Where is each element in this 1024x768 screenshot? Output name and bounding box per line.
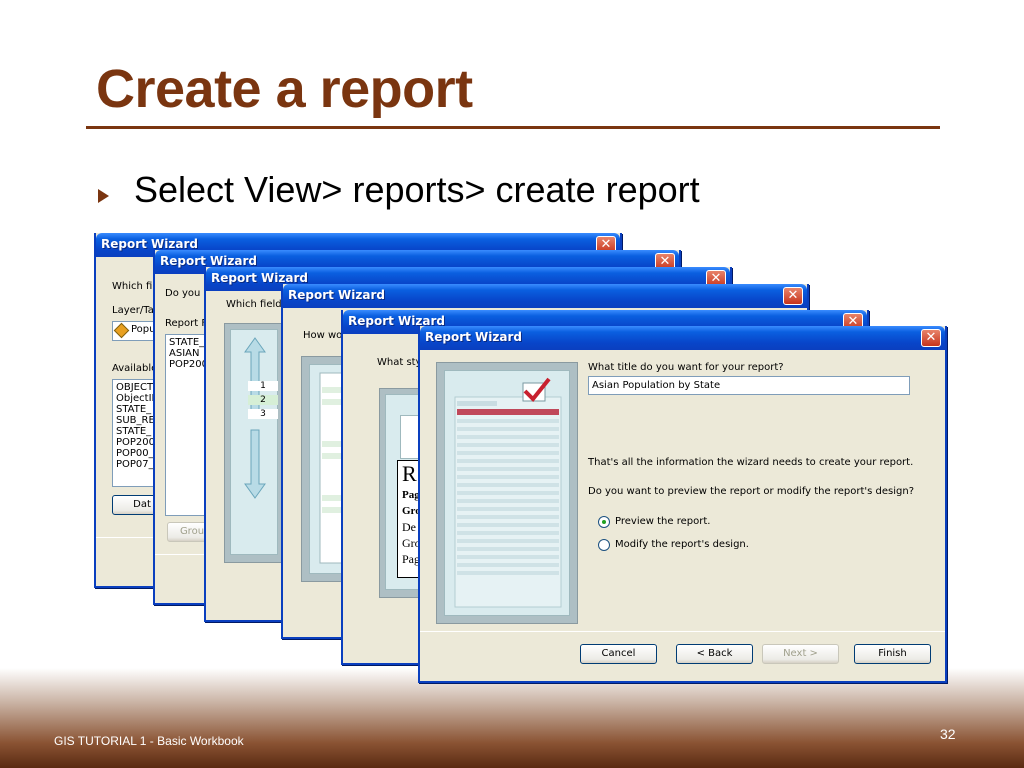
close-icon[interactable]: ✕	[783, 287, 803, 305]
radio-button-selected[interactable]	[598, 516, 610, 528]
dialog-title: Report Wizard	[160, 254, 257, 268]
wizard-question: How wo	[303, 330, 343, 341]
dialog-titlebar[interactable]: Report Wizard ✕	[420, 326, 945, 350]
footer-band	[0, 668, 1024, 768]
radio-button[interactable]	[598, 539, 610, 551]
layer-icon	[113, 322, 130, 339]
layer-value: Popu	[131, 324, 156, 335]
report-title-input[interactable]: Asian Population by State	[588, 376, 910, 395]
title-question: What title do you want for your report?	[588, 362, 784, 373]
layer-label: Layer/Ta	[112, 305, 154, 316]
footer-text: GIS TUTORIAL 1 - Basic Workbook	[54, 734, 244, 748]
dialog-title: Report Wizard	[101, 237, 198, 251]
finish-button[interactable]: Finish	[854, 644, 931, 664]
sort-arrows-icon	[244, 337, 266, 499]
preview-question: Do you want to preview the report or mod…	[588, 486, 915, 497]
next-button[interactable]: Next >	[762, 644, 839, 664]
cancel-button[interactable]: Cancel	[580, 644, 657, 664]
wizard-question: Which fi	[112, 281, 153, 292]
bullet-text: Select View> reports> create report	[134, 169, 700, 210]
wizard-question: What sty	[377, 357, 422, 368]
report-preview-image	[454, 377, 562, 608]
separator	[420, 631, 945, 632]
info-text: That's all the information the wizard ne…	[588, 457, 914, 468]
option-preview-label: Preview the report.	[615, 516, 711, 527]
level-label: 2	[248, 395, 278, 405]
dialog-titlebar[interactable]: Report Wizard ✕	[283, 284, 807, 308]
report-wizard-dialog-final[interactable]: Report Wizard ✕ What title do you want f…	[418, 326, 947, 683]
finish-preview-panel	[444, 370, 570, 616]
level-label: 3	[248, 409, 278, 419]
bullet-arrow-icon	[98, 189, 109, 203]
title-rule	[86, 126, 940, 129]
dialog-title: Report Wizard	[211, 271, 308, 285]
dialog-title: Report Wizard	[425, 330, 522, 344]
available-fields-label: Available	[112, 363, 158, 374]
dialog-title: Report Wizard	[288, 288, 385, 302]
slide-title: Create a report	[96, 59, 473, 119]
level-label: 1	[248, 381, 278, 391]
wizard-question: Which fields	[226, 299, 287, 310]
close-icon[interactable]: ✕	[921, 329, 941, 347]
page-number: 32	[940, 726, 956, 742]
sort-preview-panel	[230, 329, 278, 555]
back-button[interactable]: < Back	[676, 644, 753, 664]
option-modify-label: Modify the report's design.	[615, 539, 749, 550]
report-fields-label: Report F	[165, 318, 208, 329]
